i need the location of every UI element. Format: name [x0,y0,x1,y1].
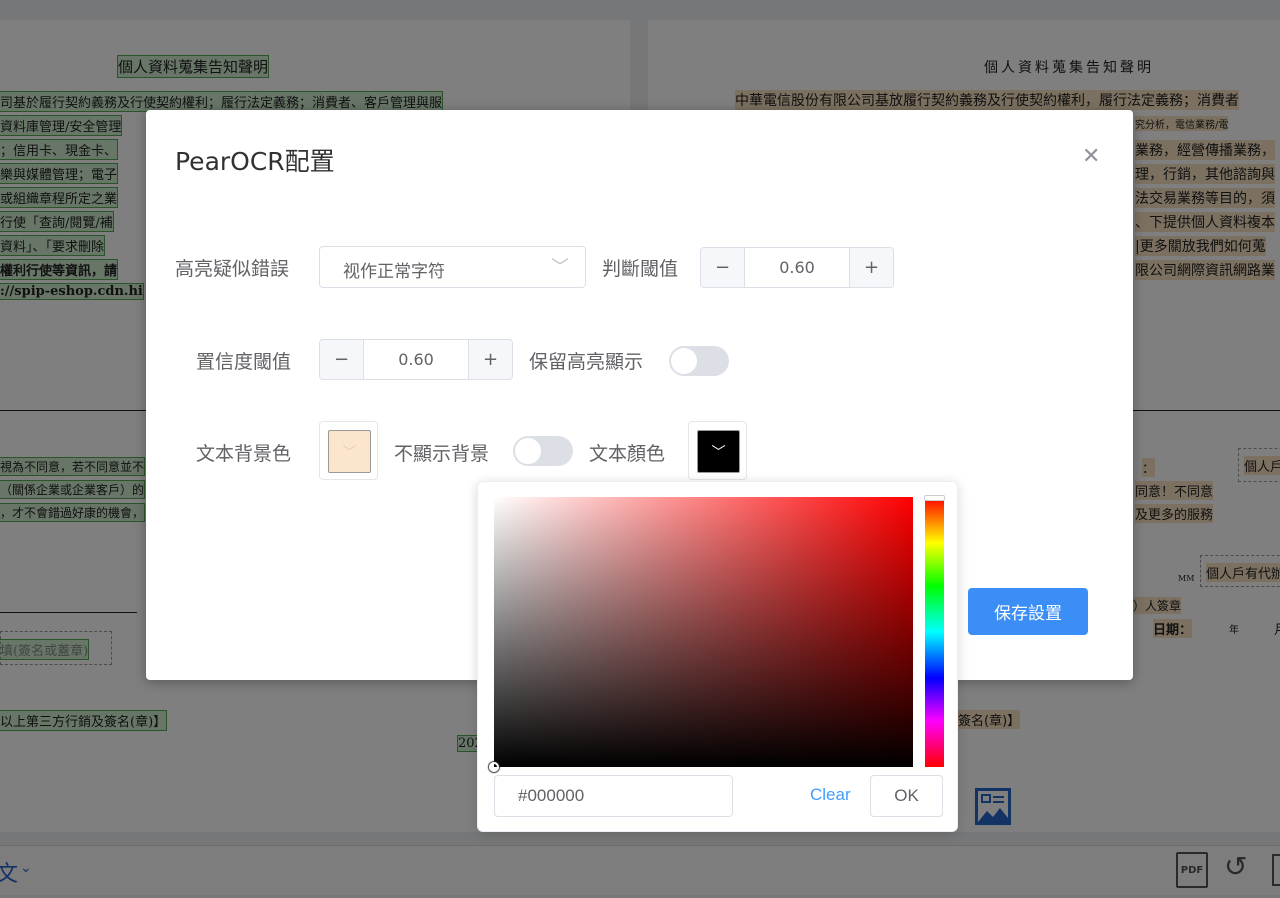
decrement-button[interactable]: − [320,340,364,379]
no-bg-label: 不顯示背景 [394,443,490,465]
confidence-label: 置信度閾值 [196,351,292,373]
text-color-picker[interactable]: ﹀ [688,421,747,480]
highlight-select-value: 视作正常字符 [343,262,445,282]
color-picker-panel: #000000 Clear OK [477,481,958,832]
decrement-button[interactable]: − [701,248,745,287]
highlight-label: 高亮疑似錯誤 [175,258,290,280]
sv-cursor[interactable] [489,762,499,772]
keep-highlight-label: 保留高亮顯示 [529,351,644,373]
judge-threshold-stepper: − 0.60 + [700,247,894,288]
no-bg-toggle[interactable] [513,436,573,466]
text-color-label: 文本顏色 [589,443,666,465]
chevron-down-icon: ﹀ [697,430,740,473]
chevron-down-icon: ﹀ [328,430,371,473]
ok-button[interactable]: OK [870,775,943,817]
hex-input[interactable]: #000000 [494,775,733,817]
close-icon[interactable]: ✕ [1082,144,1100,169]
keep-highlight-toggle[interactable] [669,346,729,376]
increment-button[interactable]: + [849,248,893,287]
hue-thumb[interactable] [924,495,945,501]
increment-button[interactable]: + [468,340,512,379]
save-button[interactable]: 保存設置 [968,588,1088,635]
confidence-stepper: − 0.60 + [319,339,513,380]
confidence-input[interactable]: 0.60 [364,340,468,379]
judge-threshold-label: 判斷閾值 [602,258,679,280]
dialog-title: PearOCR配置 [175,147,335,176]
highlight-select[interactable]: 视作正常字符 ﹀ [319,246,586,288]
hue-slider[interactable] [924,495,945,767]
clear-button[interactable]: Clear [810,785,851,805]
bg-color-picker[interactable]: ﹀ [319,421,378,480]
judge-threshold-input[interactable]: 0.60 [745,248,849,287]
bg-color-label: 文本背景色 [196,443,292,465]
saturation-value-area[interactable] [489,497,913,772]
chevron-down-icon: ﹀ [551,257,569,278]
